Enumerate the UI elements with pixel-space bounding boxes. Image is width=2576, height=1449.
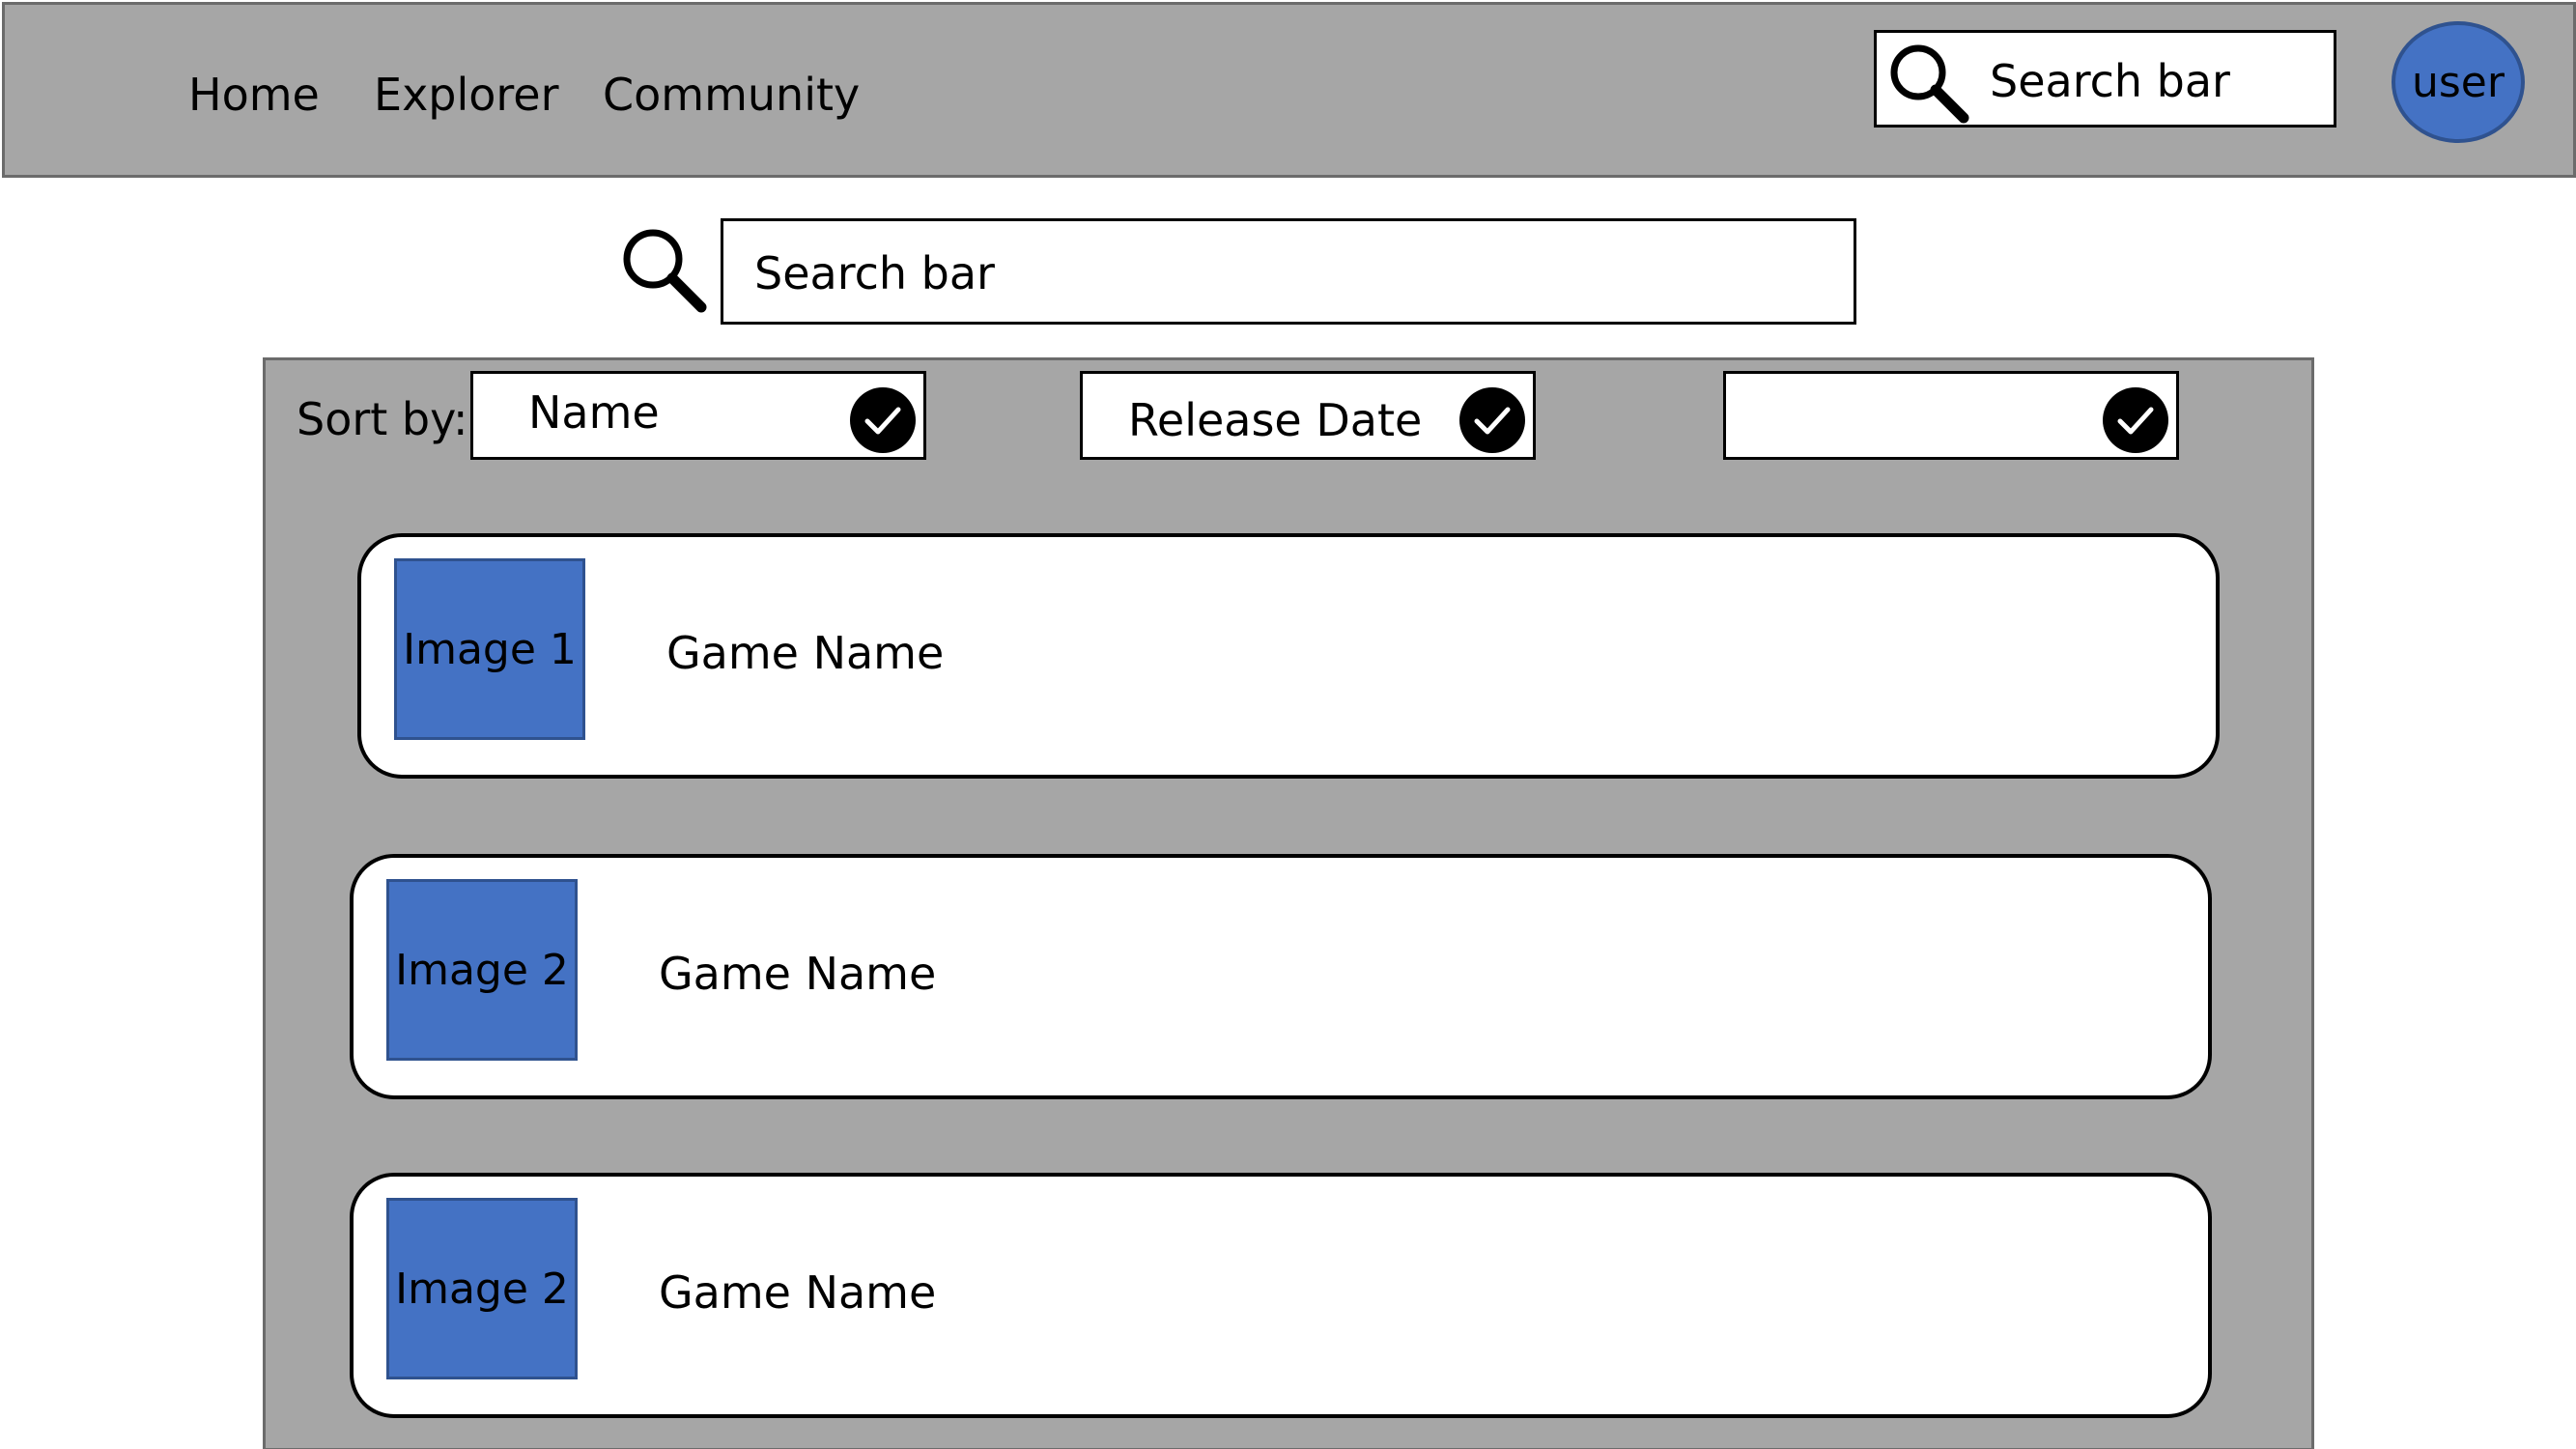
top-search-placeholder: Search bar (1990, 55, 2230, 107)
nav-link-community[interactable]: Community (603, 66, 860, 124)
checkmark-icon[interactable] (2101, 385, 2170, 455)
search-icon (1890, 44, 1969, 124)
sort-option-label: Name (528, 386, 660, 439)
game-card[interactable]: Image 2 Game Name (350, 854, 2212, 1099)
nav-link-home[interactable]: Home (188, 66, 320, 124)
user-avatar[interactable]: user (2392, 21, 2525, 143)
game-image: Image 2 (386, 1198, 578, 1379)
sort-by-label: Sort by: (297, 393, 468, 445)
main-search-placeholder: Search bar (754, 247, 995, 299)
user-avatar-label: user (2412, 57, 2505, 107)
game-image: Image 2 (386, 879, 578, 1061)
sort-option-release-date[interactable]: Release Date (1080, 371, 1536, 460)
checkmark-icon[interactable] (1458, 385, 1527, 455)
checkmark-icon[interactable] (848, 385, 918, 455)
page: Home Explorer Community Search bar user … (0, 0, 2576, 1449)
game-image-label: Image 2 (395, 1264, 569, 1314)
game-name: Game Name (659, 1266, 937, 1319)
game-card[interactable]: Image 1 Game Name (357, 533, 2220, 779)
top-search-bar[interactable]: Search bar (1874, 30, 2336, 128)
game-image-label: Image 2 (395, 945, 569, 995)
game-image: Image 1 (394, 558, 585, 740)
sort-option-blank[interactable] (1723, 371, 2179, 460)
game-image-label: Image 1 (403, 624, 577, 674)
search-icon[interactable] (618, 224, 709, 315)
game-card[interactable]: Image 2 Game Name (350, 1173, 2212, 1418)
sort-option-name[interactable]: Name (470, 371, 926, 460)
nav-link-explorer[interactable]: Explorer (374, 66, 559, 124)
sort-option-label: Release Date (1128, 394, 1423, 446)
main-search-bar[interactable]: Search bar (721, 218, 1856, 325)
game-name: Game Name (666, 627, 945, 679)
game-name: Game Name (659, 948, 937, 1000)
